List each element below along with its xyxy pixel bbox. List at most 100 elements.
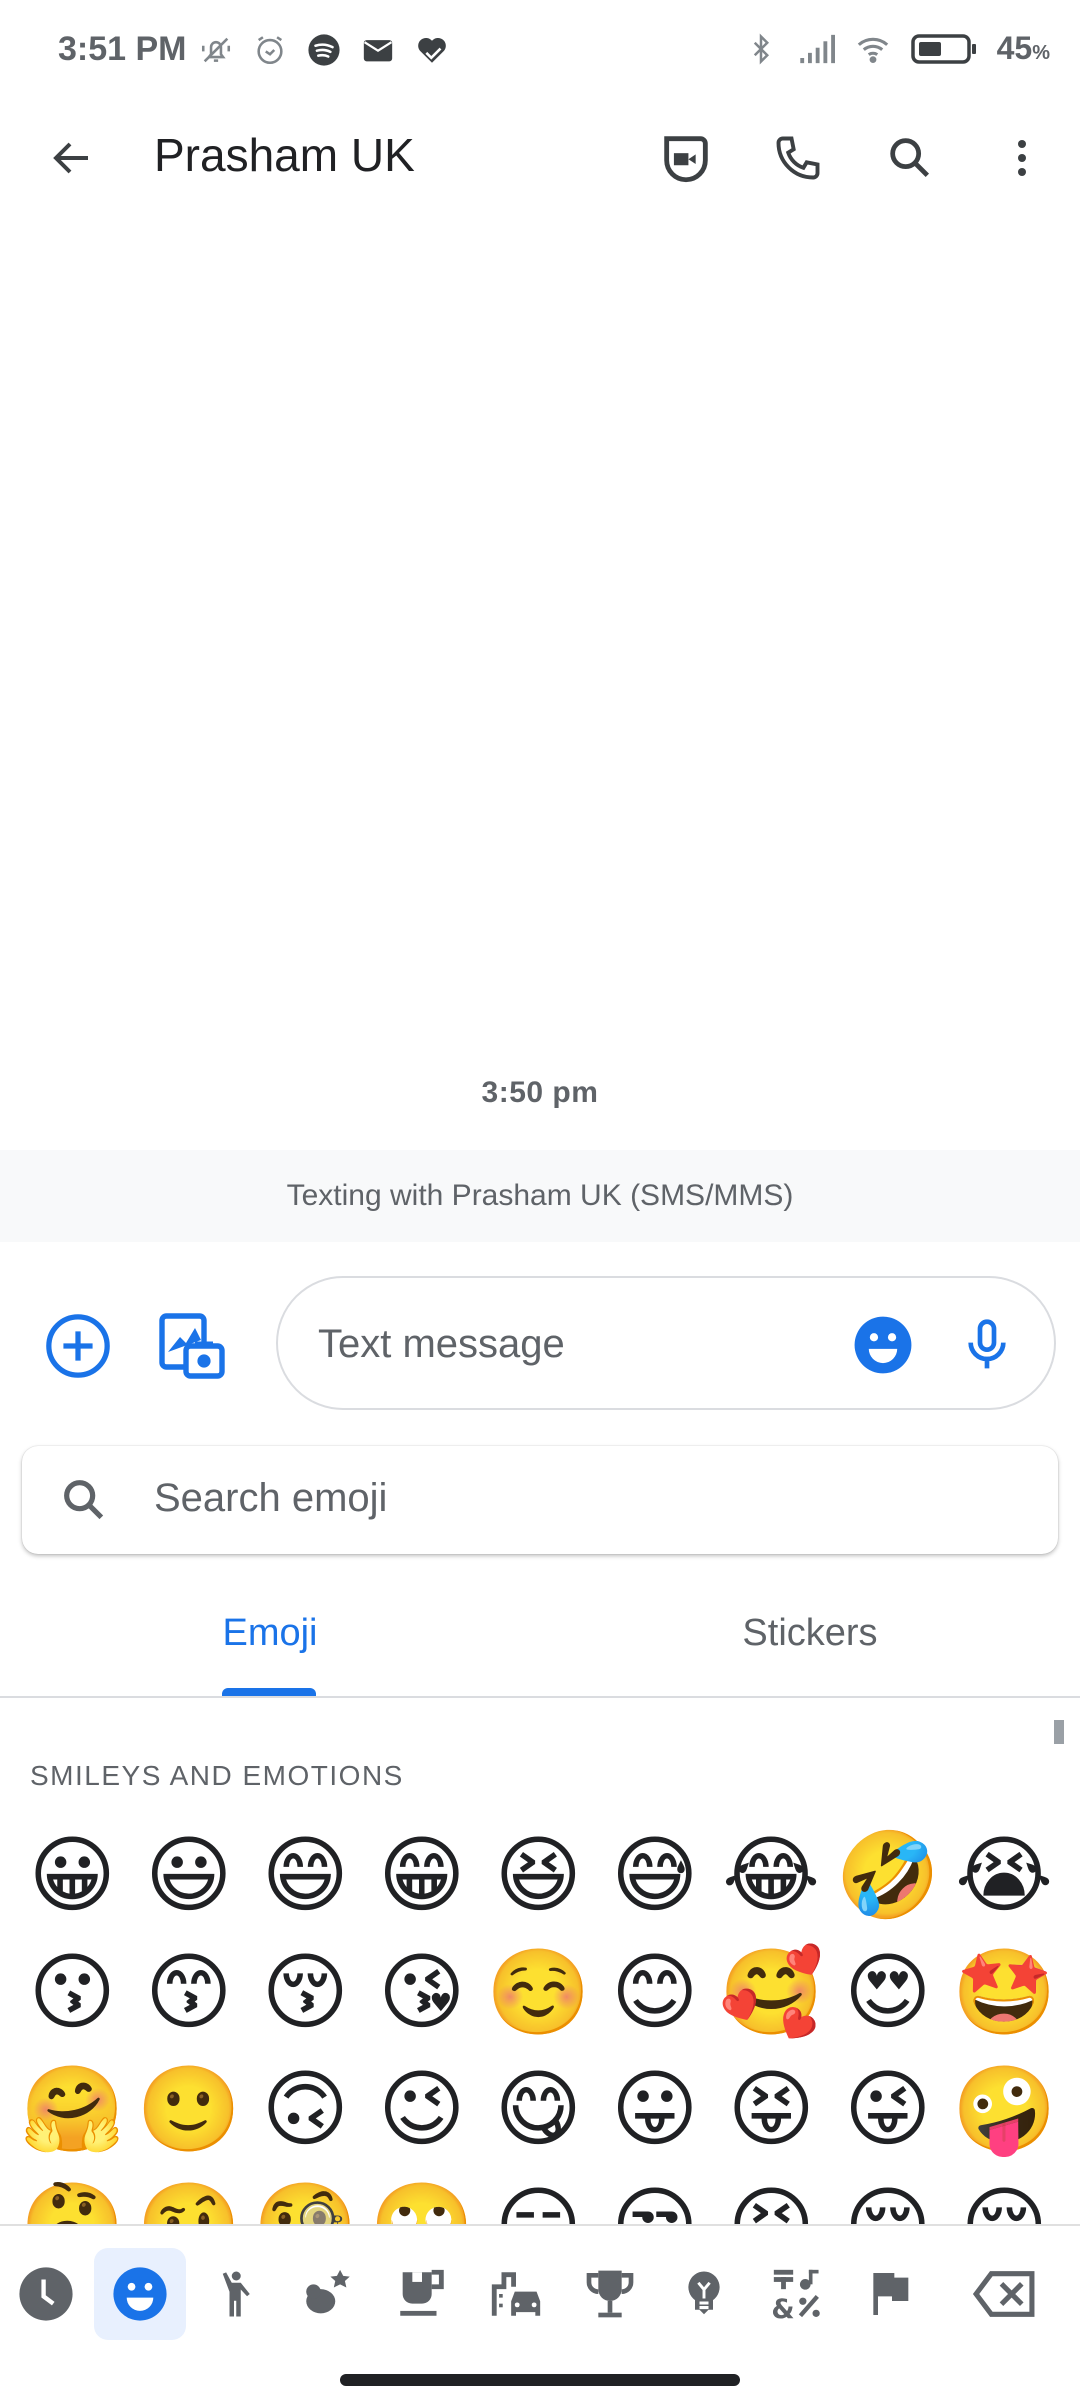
mail-icon [360, 32, 396, 68]
arrow-back-icon [53, 142, 88, 174]
category-flags[interactable] [846, 2248, 938, 2340]
bluetooth-icon [743, 31, 779, 67]
phone-icon [776, 136, 820, 180]
emoji-item[interactable]: 🤔 [14, 2167, 131, 2225]
emoji-item[interactable]: 😚 [247, 1933, 364, 2050]
search-icon [64, 1480, 104, 1520]
category-symbols[interactable]: & [752, 2248, 844, 2340]
category-people[interactable] [188, 2248, 280, 2340]
emoji-item[interactable]: 😗 [14, 1933, 131, 2050]
emoji-search-input[interactable]: Search emoji [22, 1446, 1058, 1554]
emoji-item[interactable]: 😔 [830, 2167, 947, 2225]
emoji-button[interactable] [852, 1314, 914, 1376]
emoji-item[interactable]: 😙 [131, 1933, 248, 2050]
emoji-item[interactable]: 🙃 [247, 2050, 364, 2167]
emoji-item[interactable]: 🤨 [131, 2167, 248, 2225]
emoji-item[interactable]: 🤣 [830, 1816, 947, 1933]
status-bar: 3:51 PM 45% [0, 0, 1080, 104]
emoji-item[interactable]: 😋 [480, 2050, 597, 2167]
phone-call-button[interactable] [762, 126, 834, 190]
add-circle-icon [46, 1314, 110, 1378]
emoji-item[interactable]: 😀 [14, 1816, 131, 1933]
compose-bar: Text message [0, 1276, 1080, 1412]
more-options-button[interactable] [986, 126, 1058, 190]
emoji-item[interactable]: 😊 [597, 1933, 714, 2050]
alarm-icon [252, 32, 288, 68]
message-placeholder: Text message [318, 1322, 565, 1366]
home-gesture-bar[interactable] [340, 2374, 740, 2386]
backspace-icon [972, 2271, 1035, 2317]
voice-input-button[interactable] [954, 1312, 1020, 1378]
svg-text:&: & [771, 2294, 794, 2323]
emoji-item[interactable]: 🙄 [364, 2167, 481, 2225]
wifi-icon [855, 31, 891, 67]
emoji-item[interactable]: 😉 [364, 2050, 481, 2167]
battery-percent: 45% [996, 30, 1050, 66]
spotify-icon [306, 32, 342, 68]
sms-mode-banner: Texting with Prasham UK (SMS/MMS) [0, 1150, 1080, 1242]
backspace-button[interactable] [958, 2248, 1050, 2340]
category-travel-places[interactable] [470, 2248, 562, 2340]
emoji-item[interactable]: 🤪 [946, 2050, 1063, 2167]
clock-icon [19, 2267, 73, 2321]
emoji-item[interactable]: 😁 [364, 1816, 481, 1933]
gallery-camera-icon [159, 1313, 225, 1379]
gallery-button[interactable] [156, 1310, 228, 1382]
animals-icon [306, 2269, 350, 2314]
emoji-item[interactable]: 🤗 [14, 2050, 131, 2167]
conversation-title: Prasham UK [154, 129, 415, 181]
emoji-item[interactable]: 🙂 [131, 2050, 248, 2167]
emoji-item[interactable]: 😅 [597, 1816, 714, 1933]
category-objects[interactable] [658, 2248, 750, 2340]
health-heart-icon [414, 32, 450, 68]
tab-stickers[interactable]: Stickers [540, 1590, 1080, 1696]
app-bar-actions [650, 126, 1058, 190]
lightbulb-icon [688, 2271, 720, 2315]
emoji-item[interactable]: 🥰 [713, 1933, 830, 2050]
emoji-item[interactable]: 🤩 [946, 1933, 1063, 2050]
emoji-item[interactable]: 😣 [713, 2167, 830, 2225]
battery-icon [910, 31, 977, 67]
emoji-item[interactable]: 😆 [480, 1816, 597, 1933]
emoji-item[interactable]: 😛 [597, 2050, 714, 2167]
category-activities[interactable] [564, 2248, 656, 2340]
emoji-item[interactable]: 😄 [247, 1816, 364, 1933]
emoji-item[interactable]: ☺️ [480, 1933, 597, 2050]
app-bar: Prasham UK [0, 104, 1080, 212]
emoji-item[interactable]: 😂 [713, 1816, 830, 1933]
category-recent[interactable] [0, 2248, 92, 2340]
category-food-drink[interactable] [376, 2248, 468, 2340]
emoji-item[interactable]: 😝 [713, 2050, 830, 2167]
emoji-grid: 😀😃😄😁😆😅😂🤣😭 😗😙😚😘☺️😊🥰😍🤩 🤗🙂🙃😉😋😛😝😜🤪 🤔🤨🧐🙄😏😒😣😔😌 [14, 1816, 1070, 2225]
emoji-item[interactable]: 😘 [364, 1933, 481, 2050]
search-icon [890, 138, 930, 178]
back-button[interactable] [40, 126, 104, 190]
message-timestamp: 3:50 pm [481, 1076, 599, 1109]
video-call-button[interactable] [650, 126, 722, 190]
person-waving-icon [222, 2271, 250, 2317]
vibrate-off-icon [198, 32, 234, 68]
status-time: 3:51 PM [58, 30, 187, 68]
emoji-search-placeholder: Search emoji [154, 1476, 388, 1520]
city-car-icon [491, 2272, 541, 2316]
notification-icons [198, 32, 450, 68]
emoji-item[interactable]: 😏 [480, 2167, 597, 2225]
emoji-item[interactable]: 😃 [131, 1816, 248, 1933]
signal-icon [799, 31, 835, 67]
duo-video-icon [664, 136, 708, 183]
coffee-icon [400, 2269, 444, 2316]
attach-button[interactable] [42, 1310, 114, 1382]
emoji-item[interactable]: 😍 [830, 1933, 947, 2050]
emoji-item[interactable]: 🧐 [247, 2167, 364, 2225]
emoji-item[interactable]: 😜 [830, 2050, 947, 2167]
category-smileys[interactable] [94, 2248, 186, 2340]
search-button[interactable] [874, 126, 946, 190]
emoji-item[interactable]: 😒 [597, 2167, 714, 2225]
active-tab-indicator [222, 1688, 316, 1696]
scrollbar-thumb[interactable] [1054, 1720, 1064, 1744]
message-input[interactable]: Text message [276, 1276, 1056, 1410]
emoji-item[interactable]: 😌 [946, 2167, 1063, 2225]
category-animals-nature[interactable] [282, 2248, 374, 2340]
tab-emoji[interactable]: Emoji [0, 1590, 540, 1696]
emoji-item[interactable]: 😭 [946, 1816, 1063, 1933]
